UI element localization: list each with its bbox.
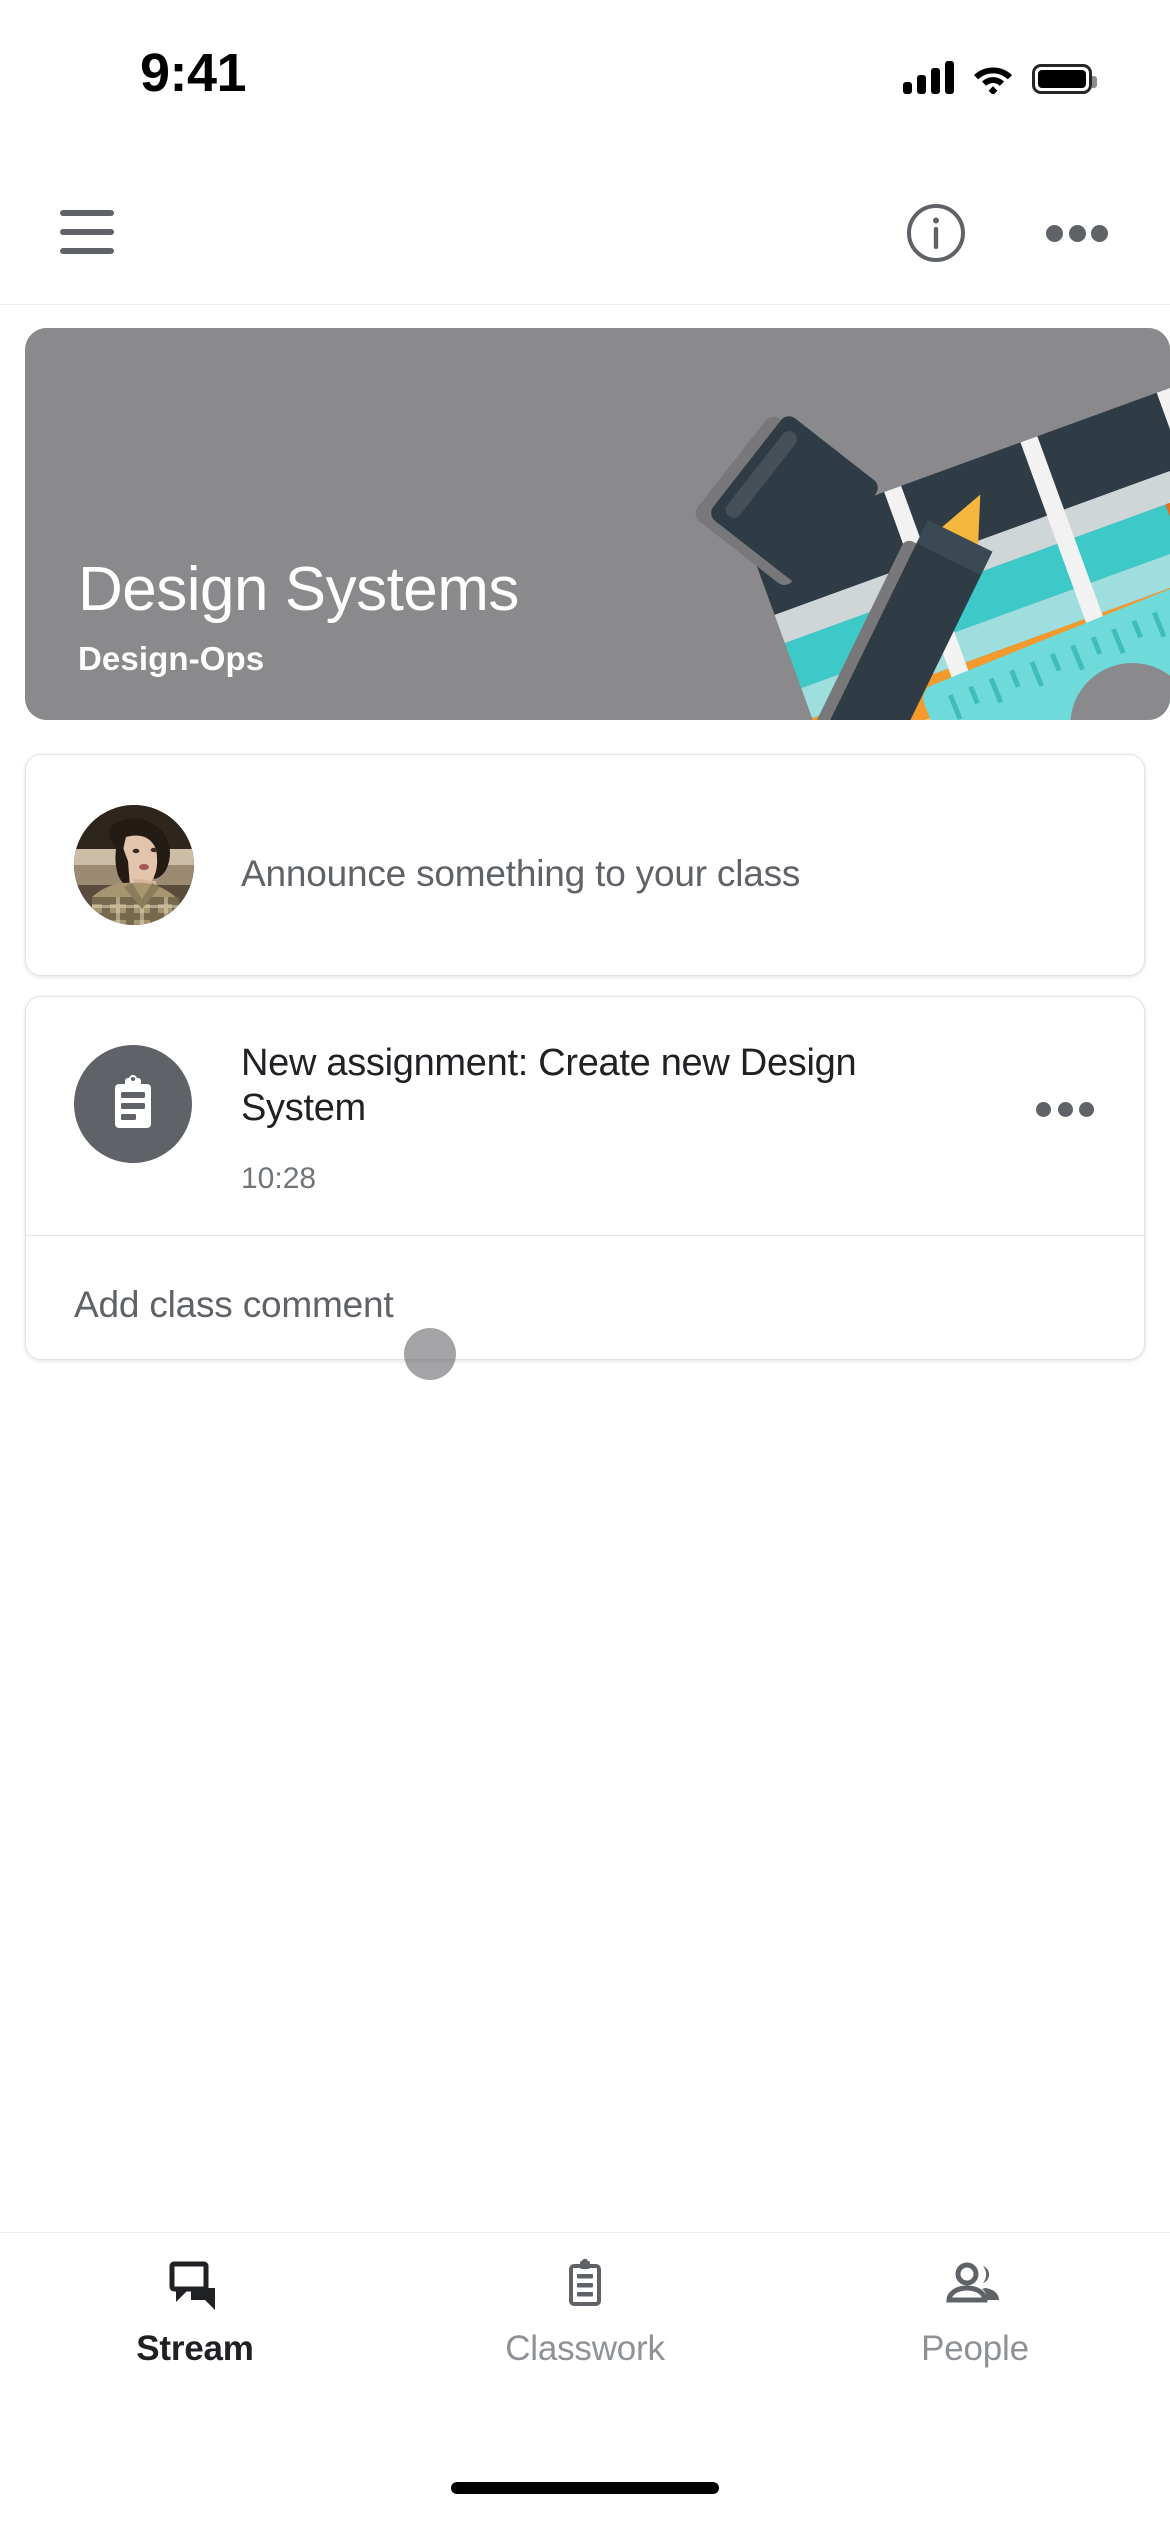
app-bar: [0, 160, 1170, 305]
home-indicator[interactable]: [451, 2482, 719, 2494]
assignment-card[interactable]: New assignment: Create new Design System…: [25, 996, 1145, 1360]
status-bar: 9:41: [0, 0, 1170, 160]
announce-placeholder[interactable]: Announce something to your class: [241, 853, 800, 895]
status-bar-time: 9:41: [140, 43, 247, 103]
wifi-icon: [974, 67, 1012, 94]
classwork-clipboard-icon: [557, 2257, 613, 2313]
stream-chat-icon: [167, 2257, 223, 2313]
assignment-more-options-icon[interactable]: [1036, 1101, 1094, 1117]
nav-label-people: People: [921, 2329, 1029, 2368]
cellular-signal-icon: [903, 60, 954, 94]
more-options-icon[interactable]: [1046, 220, 1108, 246]
assignment-row[interactable]: New assignment: Create new Design System…: [26, 997, 1144, 1235]
touch-point: [404, 1328, 456, 1380]
stream-content: Design Systems Design-Ops Announce somet…: [0, 306, 1170, 2232]
assignment-clipboard-icon: [74, 1045, 192, 1163]
announce-card[interactable]: Announce something to your class: [25, 754, 1145, 976]
bottom-navigation: Stream Classwork People: [0, 2232, 1170, 2532]
class-banner-texts: Design Systems Design-Ops: [78, 557, 519, 678]
add-class-comment-placeholder[interactable]: Add class comment: [74, 1284, 394, 1326]
nav-item-stream[interactable]: Stream: [0, 2257, 390, 2369]
info-circle-icon[interactable]: [905, 202, 967, 264]
class-title: Design Systems: [78, 554, 519, 624]
status-bar-indicators: [903, 48, 1097, 94]
nav-label-classwork: Classwork: [505, 2329, 665, 2368]
card-divider: [26, 1235, 1144, 1236]
phone-screen: 9:41 Design Systems Design-Ops Announce …: [0, 0, 1170, 2532]
hamburger-menu-icon[interactable]: [60, 210, 114, 254]
battery-full-icon: [1032, 64, 1097, 94]
assignment-time: 10:28: [241, 1162, 317, 1195]
people-group-icon: [945, 2257, 1005, 2313]
nav-item-people[interactable]: People: [780, 2257, 1170, 2369]
class-section: Design-Ops: [78, 640, 265, 677]
user-avatar[interactable]: [74, 805, 194, 925]
class-banner[interactable]: Design Systems Design-Ops: [25, 328, 1170, 720]
nav-label-stream: Stream: [136, 2329, 254, 2368]
assignment-title: New assignment: Create new Design System: [241, 1042, 857, 1129]
nav-item-classwork[interactable]: Classwork: [390, 2257, 780, 2369]
